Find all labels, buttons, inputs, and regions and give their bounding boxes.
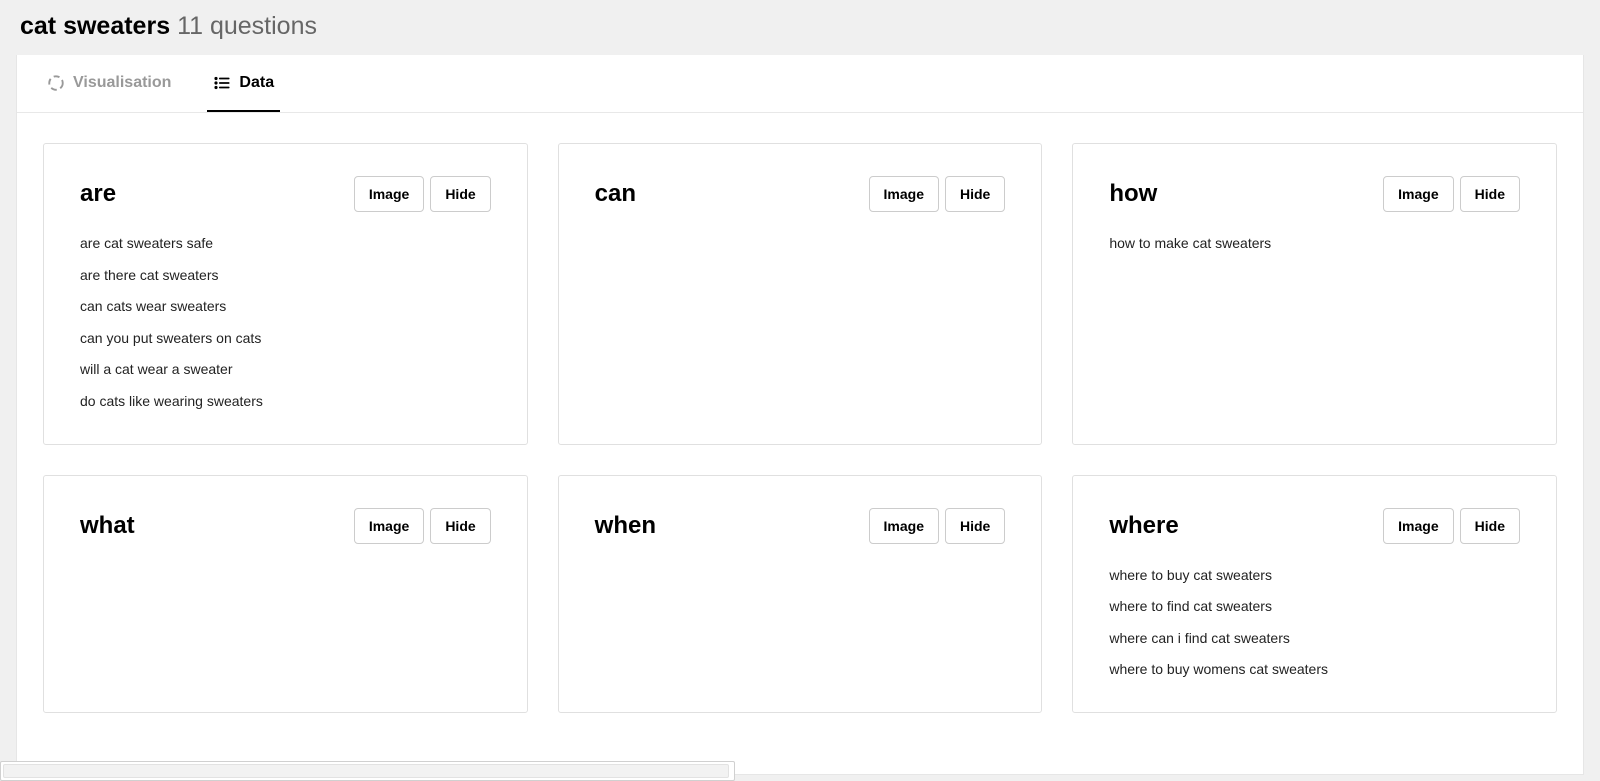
card-title: how — [1109, 180, 1157, 208]
hide-button[interactable]: Hide — [945, 176, 1005, 212]
list-item[interactable]: where to find cat sweaters — [1109, 597, 1520, 617]
card-buttons: Image Hide — [1383, 176, 1520, 212]
hide-button[interactable]: Hide — [430, 508, 490, 544]
tabs-bar: Visualisation Data — [17, 55, 1583, 113]
card-header: can Image Hide — [595, 176, 1006, 212]
card-header: when Image Hide — [595, 508, 1006, 544]
card-can: can Image Hide — [558, 143, 1043, 445]
card-buttons: Image Hide — [869, 176, 1006, 212]
card-buttons: Image Hide — [1383, 508, 1520, 544]
card-buttons: Image Hide — [354, 508, 491, 544]
list-item[interactable]: can cats wear sweaters — [80, 297, 491, 317]
card-title: are — [80, 180, 116, 208]
list-item[interactable]: are cat sweaters safe — [80, 234, 491, 254]
card-title: when — [595, 512, 656, 540]
card-header: how Image Hide — [1109, 176, 1520, 212]
card-title: what — [80, 512, 135, 540]
question-list: are cat sweaters safe are there cat swea… — [80, 234, 491, 412]
list-item[interactable]: can you put sweaters on cats — [80, 329, 491, 349]
tab-data[interactable]: Data — [207, 55, 280, 112]
card-title: where — [1109, 512, 1178, 540]
question-list: where to buy cat sweaters where to find … — [1109, 566, 1520, 680]
page-title: cat sweaters 11 questions — [20, 12, 1580, 41]
image-button[interactable]: Image — [1383, 508, 1453, 544]
list-item[interactable]: are there cat sweaters — [80, 266, 491, 286]
image-button[interactable]: Image — [354, 176, 424, 212]
image-button[interactable]: Image — [869, 176, 939, 212]
main-panel: Visualisation Data are Image — [16, 55, 1584, 775]
list-item[interactable]: will a cat wear a sweater — [80, 360, 491, 380]
card-where: where Image Hide where to buy cat sweate… — [1072, 475, 1557, 713]
card-header: what Image Hide — [80, 508, 491, 544]
hide-button[interactable]: Hide — [1460, 176, 1520, 212]
question-count: 11 questions — [177, 12, 317, 40]
card-header: are Image Hide — [80, 176, 491, 212]
cards-grid: are Image Hide are cat sweaters safe are… — [17, 113, 1583, 743]
visualisation-icon — [47, 74, 65, 92]
tab-data-label: Data — [239, 74, 274, 92]
card-are: are Image Hide are cat sweaters safe are… — [43, 143, 528, 445]
list-item[interactable]: do cats like wearing sweaters — [80, 392, 491, 412]
list-item[interactable]: how to make cat sweaters — [1109, 234, 1520, 254]
image-button[interactable]: Image — [869, 508, 939, 544]
list-item[interactable]: where to buy womens cat sweaters — [1109, 660, 1520, 680]
hide-button[interactable]: Hide — [430, 176, 490, 212]
list-item[interactable]: where can i find cat sweaters — [1109, 629, 1520, 649]
card-title: can — [595, 180, 636, 208]
card-what: what Image Hide — [43, 475, 528, 713]
card-buttons: Image Hide — [354, 176, 491, 212]
tab-visualisation-label: Visualisation — [73, 74, 171, 92]
card-how: how Image Hide how to make cat sweaters — [1072, 143, 1557, 445]
list-item[interactable]: where to buy cat sweaters — [1109, 566, 1520, 586]
hide-button[interactable]: Hide — [1460, 508, 1520, 544]
question-list: how to make cat sweaters — [1109, 234, 1520, 254]
tab-visualisation[interactable]: Visualisation — [41, 55, 177, 112]
hide-button[interactable]: Hide — [945, 508, 1005, 544]
page-header: cat sweaters 11 questions — [0, 0, 1600, 55]
image-button[interactable]: Image — [1383, 176, 1453, 212]
card-when: when Image Hide — [558, 475, 1043, 713]
horizontal-scrollbar[interactable] — [0, 761, 735, 781]
image-button[interactable]: Image — [354, 508, 424, 544]
card-buttons: Image Hide — [869, 508, 1006, 544]
scrollbar-thumb[interactable] — [3, 764, 729, 778]
keyword-text: cat sweaters — [20, 12, 170, 40]
card-header: where Image Hide — [1109, 508, 1520, 544]
list-icon — [213, 74, 231, 92]
